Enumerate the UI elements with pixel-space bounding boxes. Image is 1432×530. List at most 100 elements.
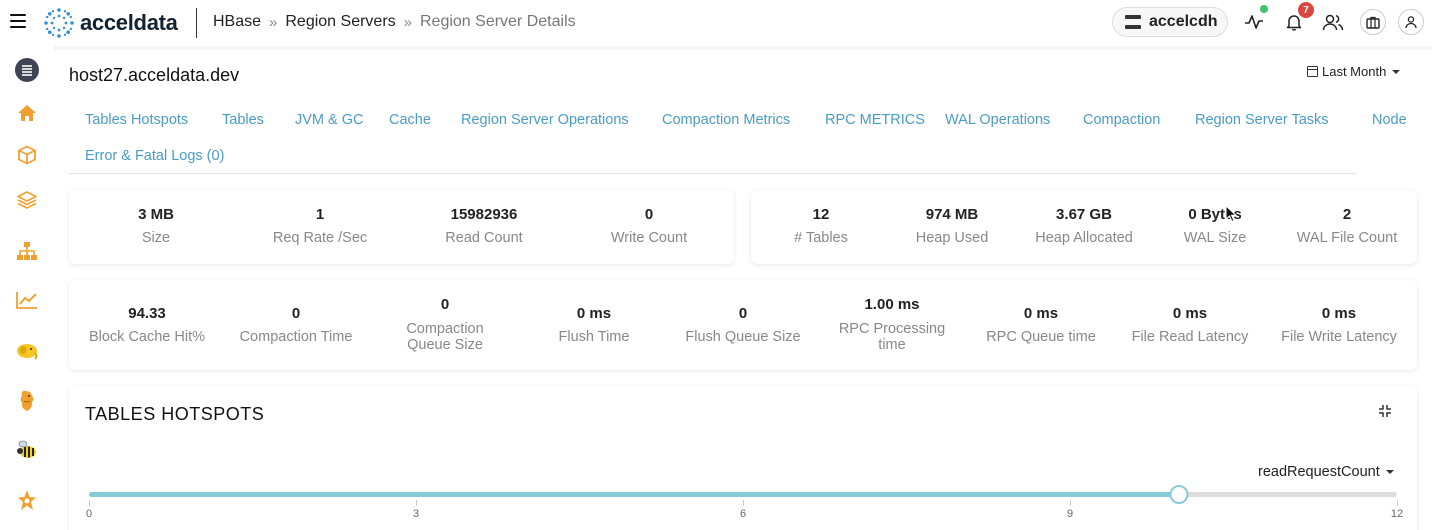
- metric-value: 0: [738, 305, 748, 322]
- tab-compaction[interactable]: Compaction: [1083, 112, 1160, 128]
- metric-compaction-queue-size: 0 Compaction Queue Size: [390, 296, 500, 353]
- user-icon[interactable]: [1398, 9, 1424, 35]
- section-title: TABLES HOTSPOTS: [85, 404, 265, 424]
- metric-flush-time: 0 ms Flush Time: [559, 305, 630, 345]
- bell-icon[interactable]: 7: [1282, 2, 1314, 34]
- metric-flush-queue-size: 0 Flush Queue Size: [685, 305, 800, 345]
- metric-value: 12: [812, 206, 830, 223]
- breadcrumb-region-server-details: Region Server Details: [420, 13, 576, 30]
- metric-file-read-latency: 0 ms File Read Latency: [1132, 305, 1249, 345]
- slider-tick-mark: [89, 500, 90, 506]
- server-icon: [1125, 15, 1141, 29]
- metric-label: File Write Latency: [1281, 329, 1397, 345]
- metric-label: Flush Queue Size: [685, 329, 801, 345]
- tab-cache[interactable]: Cache: [389, 112, 431, 128]
- main-panel: host27.acceldata.dev Last Month Tables H…: [54, 50, 1432, 530]
- menu-icon[interactable]: [10, 14, 26, 28]
- list-icon[interactable]: [15, 58, 39, 82]
- metric-value: 3.67 GB: [1056, 206, 1112, 223]
- activity-icon[interactable]: [1242, 5, 1268, 34]
- slider-tick-label: 0: [85, 508, 93, 520]
- metric-label: RPC Queue time: [986, 329, 1096, 345]
- layers-icon[interactable]: [15, 188, 39, 212]
- summary-card-left: 3 MB Size 1 Req Rate /Sec 15982936 Read …: [69, 190, 734, 264]
- hive-icon[interactable]: [15, 389, 39, 413]
- top-bar: acceldata HBase » Region Servers » Regio…: [0, 0, 1432, 46]
- slider-tick-mark: [1397, 500, 1398, 506]
- metric-label: WAL File Count: [1296, 230, 1398, 246]
- metric-block-cache-hit: 94.33 Block Cache Hit%: [89, 305, 205, 345]
- tab-wal-operations[interactable]: WAL Operations: [945, 112, 1050, 128]
- metric-value: 0: [644, 206, 654, 223]
- logo[interactable]: acceldata: [42, 6, 178, 40]
- metric-label: Compaction Queue Size: [406, 321, 484, 353]
- metric-req-rate: 1 Req Rate /Sec: [273, 206, 367, 246]
- time-range-dropdown[interactable]: Last Month: [1307, 64, 1401, 79]
- metric-write-count: 0 Write Count: [611, 206, 687, 246]
- breadcrumb-region-servers[interactable]: Region Servers: [285, 13, 395, 31]
- slider-tick-label: 6: [739, 508, 747, 520]
- tab-tables-hotspots[interactable]: Tables Hotspots: [85, 112, 188, 128]
- caret-down-icon: [1392, 69, 1401, 74]
- breadcrumb-hbase[interactable]: HBase: [213, 13, 261, 31]
- metric-value: 0 ms: [1321, 305, 1357, 322]
- tab-jvm-gc[interactable]: JVM & GC: [295, 112, 363, 128]
- metric-value: 0 ms: [576, 305, 612, 322]
- metric-label: WAL Size: [1183, 230, 1247, 246]
- cube-icon[interactable]: [15, 143, 39, 167]
- users-icon[interactable]: [1321, 10, 1345, 34]
- slider-fill: [89, 492, 1179, 497]
- metric-dropdown-value: readRequestCount: [1258, 464, 1380, 480]
- tab-node[interactable]: Node: [1372, 112, 1407, 128]
- metric-value: 15982936: [450, 206, 518, 223]
- summary-card-right: 12 # Tables 974 MB Heap Used 3.67 GB Hea…: [751, 190, 1417, 264]
- calendar-icon: [1307, 66, 1318, 77]
- header-divider: [196, 8, 197, 38]
- tab-compaction-metrics[interactable]: Compaction Metrics: [662, 112, 790, 128]
- home-icon[interactable]: [15, 101, 39, 125]
- caret-down-icon: [1385, 470, 1394, 474]
- cluster-selector[interactable]: accelcdh: [1112, 7, 1228, 37]
- tab-rpc-metrics[interactable]: RPC METRICS: [825, 112, 925, 128]
- hadoop-elephant-icon[interactable]: [15, 339, 39, 363]
- tab-region-server-operations[interactable]: Region Server Operations: [461, 112, 629, 128]
- spark-icon[interactable]: [15, 488, 39, 512]
- hbase-bee-icon[interactable]: [15, 438, 39, 462]
- metric-tables: 12 # Tables: [794, 206, 848, 246]
- slider-tick-mark: [1070, 500, 1071, 506]
- notification-badge: 7: [1298, 2, 1314, 18]
- metric-label: Flush Time: [558, 329, 630, 345]
- metric-label: Read Count: [445, 230, 523, 246]
- chart-line-icon[interactable]: [15, 288, 39, 312]
- metric-heap-allocated: 3.67 GB Heap Allocated: [1035, 206, 1133, 246]
- metric-value: 0 ms: [1172, 305, 1208, 322]
- tabs-divider: [69, 173, 1357, 174]
- briefcase-icon[interactable]: [1360, 9, 1386, 35]
- metric-label: Req Rate /Sec: [272, 230, 368, 246]
- hotspots-slider[interactable]: [89, 485, 1397, 504]
- tab-error-fatal-logs[interactable]: Error & Fatal Logs (0): [85, 148, 224, 164]
- metric-dropdown[interactable]: readRequestCount: [1258, 464, 1394, 480]
- metric-label: File Read Latency: [1131, 329, 1249, 345]
- breadcrumb-separator: »: [403, 13, 412, 31]
- status-dot: [1260, 5, 1268, 13]
- logo-text: acceldata: [80, 10, 178, 35]
- tab-tables[interactable]: Tables: [222, 112, 264, 128]
- sitemap-icon[interactable]: [15, 239, 39, 263]
- metric-size: 3 MB Size: [138, 206, 174, 246]
- collapse-icon[interactable]: [1376, 402, 1394, 420]
- slider-handle[interactable]: [1169, 485, 1189, 504]
- metric-compaction-time: 0 Compaction Time: [240, 305, 353, 345]
- slider-tick-mark: [416, 500, 417, 506]
- metric-value: 0: [291, 305, 301, 322]
- metric-value: 0: [440, 296, 450, 313]
- metric-value: 974 MB: [925, 206, 979, 223]
- metric-label: Write Count: [610, 230, 688, 246]
- metric-label: Compaction Time: [239, 329, 353, 345]
- time-range-label: Last Month: [1322, 64, 1387, 79]
- tab-region-server-tasks[interactable]: Region Server Tasks: [1195, 112, 1329, 128]
- cluster-name: accelcdh: [1149, 13, 1218, 30]
- metric-file-write-latency: 0 ms File Write Latency: [1281, 305, 1397, 345]
- metric-value: 1.00 ms: [864, 296, 920, 313]
- slider-tick-mark: [743, 500, 744, 506]
